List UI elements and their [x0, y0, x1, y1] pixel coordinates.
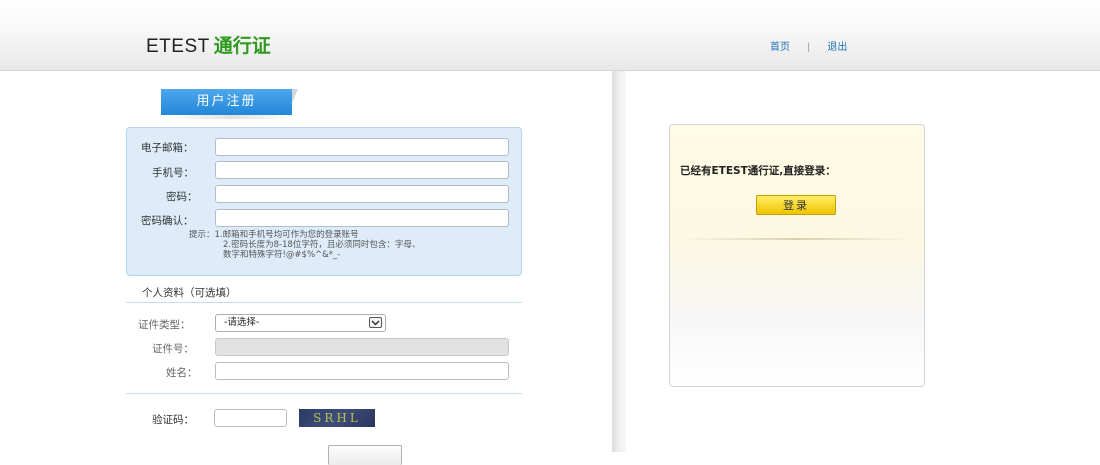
login-panel: 已经有ETEST通行证,直接登录： 登录: [669, 124, 925, 387]
profile-section-title: 个人资料（可选填）: [142, 287, 237, 299]
password-confirm-label: 密码确认：: [141, 215, 194, 227]
register-tab-title: 用户注册: [161, 89, 292, 115]
name-label: 姓名：: [166, 367, 198, 379]
captcha-section-divider: [126, 393, 522, 394]
top-header: ETEST 通行证 首页 | 退出: [0, 0, 1100, 71]
id-type-selected-value: -请选择-: [224, 317, 260, 328]
chevron-down-icon[interactable]: [369, 317, 382, 328]
logo-etest-text: ETEST: [146, 36, 210, 57]
tip-line-2: 2.密码长度为8-18位字符，且必须同时包含：字母、: [223, 240, 421, 250]
password-confirm-field[interactable]: [215, 209, 509, 227]
register-tab-fold: [292, 89, 298, 103]
register-submit-button[interactable]: [328, 445, 402, 465]
id-type-select[interactable]: -请选择-: [215, 314, 386, 332]
login-button[interactable]: 登录: [756, 195, 836, 215]
captcha-input[interactable]: [214, 409, 287, 427]
tip-line-1: 提示：1.邮箱和手机号均可作为您的登录账号: [189, 230, 359, 240]
registration-column: 用户注册 电子邮箱： 手机号： 密码： 密码确认： 提示：1.邮箱和手机号均可作…: [0, 71, 612, 465]
nav-logout-link[interactable]: 退出: [827, 42, 847, 53]
nav-separator: |: [807, 42, 811, 53]
nav-home-link[interactable]: 首页: [770, 42, 790, 53]
register-tab-shadow: [172, 115, 290, 119]
phone-field[interactable]: [215, 161, 509, 179]
etest-logo: ETEST 通行证: [146, 34, 271, 59]
password-field[interactable]: [215, 185, 509, 203]
login-prompt-text: 已经有ETEST通行证,直接登录：: [680, 165, 836, 177]
phone-label: 手机号：: [152, 167, 194, 179]
email-field[interactable]: [215, 138, 509, 156]
email-label: 电子邮箱：: [141, 142, 194, 154]
logo-passport-text: 通行证: [213, 35, 271, 57]
login-panel-separator: [682, 238, 912, 240]
name-field[interactable]: [215, 362, 509, 380]
tip-line-3: 数字和特殊字符!@#$%^&*_-: [223, 250, 341, 260]
login-column: 已经有ETEST通行证,直接登录： 登录: [626, 71, 1100, 452]
captcha-image[interactable]: SRHL: [299, 409, 375, 427]
profile-section-divider: [126, 302, 522, 303]
top-nav: 首页 | 退出: [770, 38, 847, 53]
id-number-label: 证件号：: [152, 343, 194, 355]
id-number-field: [215, 338, 509, 356]
password-label: 密码：: [166, 191, 198, 203]
captcha-label: 验证码：: [152, 414, 194, 426]
id-type-label: 证件类型：: [138, 319, 191, 331]
column-divider: [612, 71, 626, 452]
